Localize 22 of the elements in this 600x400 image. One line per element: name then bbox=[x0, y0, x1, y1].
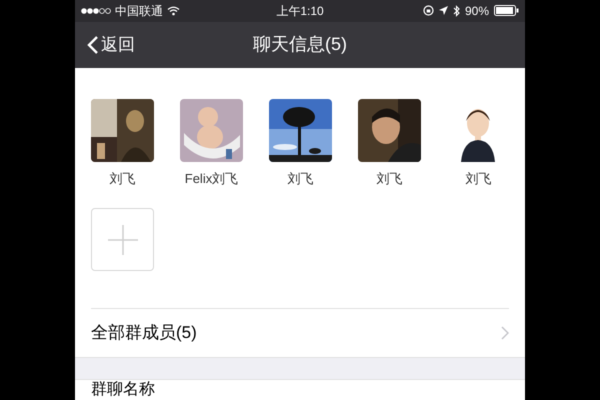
add-member-button[interactable] bbox=[91, 208, 154, 271]
member-name[interactable]: Felix刘飞 bbox=[184, 168, 238, 188]
bluetooth-icon bbox=[452, 4, 460, 17]
carrier-name: 中国联通 bbox=[115, 2, 163, 20]
member-name[interactable]: 刘飞 bbox=[110, 168, 136, 188]
plus-icon bbox=[106, 224, 138, 256]
location-arrow-icon bbox=[438, 6, 448, 16]
row-label: 全部群成员(5) bbox=[91, 322, 198, 344]
back-chevron-icon bbox=[87, 34, 99, 54]
clock-time: 上午1:10 bbox=[275, 2, 325, 20]
member-name[interactable]: 刘飞 bbox=[288, 168, 314, 188]
wifi-icon bbox=[167, 6, 180, 16]
row-label: 群聊名称 bbox=[91, 380, 156, 400]
rotation-lock-icon bbox=[422, 5, 434, 16]
screen-title: 聊天信息(5) bbox=[253, 33, 347, 56]
back-button[interactable]: 返回 bbox=[87, 32, 135, 58]
signal-icon bbox=[81, 8, 111, 14]
member-name[interactable]: 刘飞 bbox=[466, 168, 492, 188]
battery-percent: 90% bbox=[464, 2, 489, 20]
member-name[interactable]: 刘飞 bbox=[376, 168, 402, 188]
chevron-right-icon bbox=[501, 326, 509, 340]
battery-icon bbox=[494, 5, 519, 16]
